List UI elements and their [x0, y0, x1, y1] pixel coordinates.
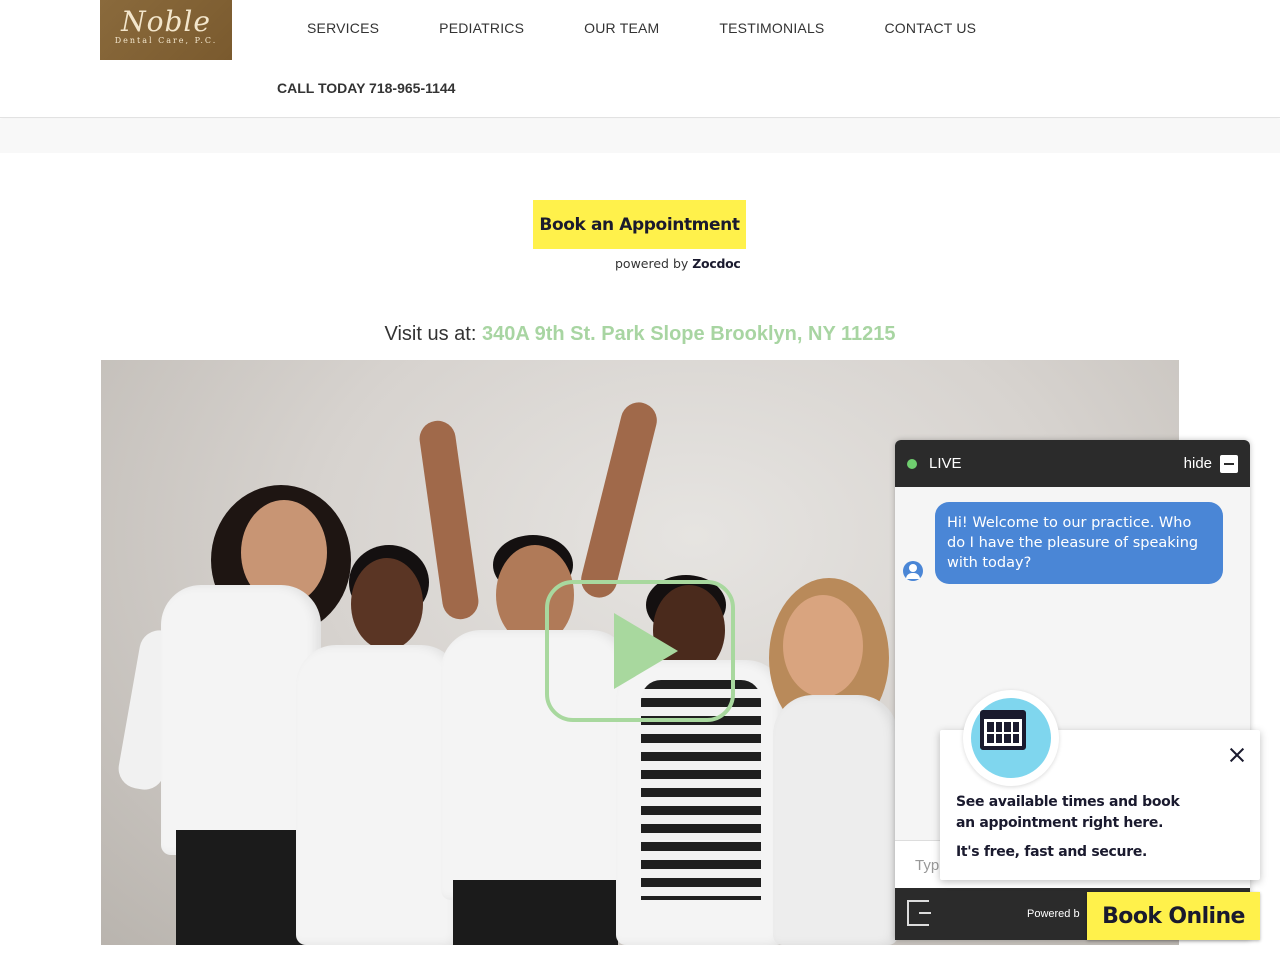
header-band — [0, 119, 1280, 153]
minimize-icon[interactable] — [1220, 454, 1238, 473]
nav-testimonials[interactable]: TESTIMONIALS — [719, 20, 824, 36]
book-appointment-button[interactable]: Book an Appointment — [533, 200, 746, 249]
play-icon — [614, 613, 678, 689]
powered-by-prefix: powered by — [615, 256, 689, 271]
chat-message-bubble: Hi! Welcome to our practice. Who do I ha… — [935, 502, 1223, 584]
popup-line-1: See available times and book — [956, 794, 1180, 810]
popup-line-3: It's free, fast and secure. — [956, 844, 1148, 860]
logo[interactable]: Noble Dental Care, P.C. — [100, 0, 232, 60]
popup-line-2: an appointment right here. — [956, 815, 1164, 831]
chat-powered-by: Powered b — [1027, 908, 1080, 920]
nav-pediatrics[interactable]: PEDIATRICS — [439, 20, 524, 36]
powered-by-zocdoc[interactable]: powered by Zocdoc — [615, 256, 741, 271]
calendar-icon — [980, 710, 1026, 750]
chat-status: LIVE — [929, 455, 962, 472]
zocdoc-brand: Zocdoc — [692, 256, 741, 271]
calendar-badge — [963, 690, 1059, 786]
close-icon[interactable] — [1228, 746, 1246, 764]
nav-contact-us[interactable]: CONTACT US — [884, 20, 976, 36]
online-status-icon — [907, 458, 917, 469]
chat-hide-link[interactable]: hide — [1184, 455, 1212, 472]
user-avatar-icon — [903, 561, 923, 581]
site-header: Noble Dental Care, P.C. SERVICES PEDIATR… — [0, 0, 1280, 118]
main-nav: SERVICES PEDIATRICS OUR TEAM TESTIMONIAL… — [307, 20, 1036, 36]
nav-services[interactable]: SERVICES — [307, 20, 379, 36]
call-phone-link[interactable]: CALL TODAY 718-965-1144 — [277, 80, 455, 96]
address-link[interactable]: 340A 9th St. Park Slope Brooklyn, NY 112… — [482, 323, 896, 345]
exit-chat-icon[interactable] — [907, 900, 931, 926]
book-online-button[interactable]: Book Online — [1087, 892, 1260, 940]
popup-message: See available times and book an appointm… — [956, 792, 1180, 834]
visit-us-line: Visit us at: 340A 9th St. Park Slope Bro… — [0, 323, 1280, 346]
visit-prefix: Visit us at: — [384, 323, 477, 345]
play-button[interactable] — [545, 580, 735, 722]
chat-header: LIVE hide — [895, 440, 1250, 487]
nav-our-team[interactable]: OUR TEAM — [584, 20, 659, 36]
logo-tagline: Dental Care, P.C. — [114, 36, 218, 45]
